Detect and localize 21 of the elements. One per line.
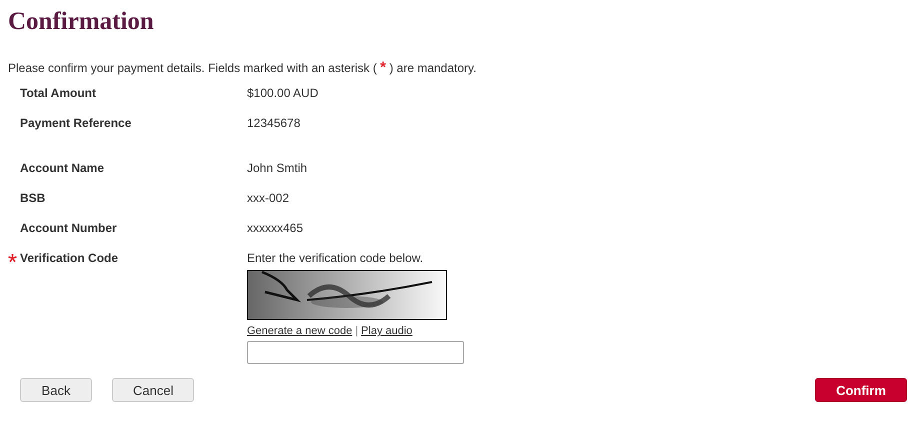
text-link[interactable]: Play audio bbox=[361, 324, 412, 338]
field-value: John Smtih bbox=[247, 161, 308, 176]
form-button[interactable]: Back bbox=[20, 378, 92, 402]
instruction-text: Enter the verification code below. bbox=[247, 251, 424, 266]
confirm-button[interactable]: Confirm bbox=[815, 378, 907, 402]
field-label: Account Number bbox=[20, 221, 117, 236]
field-value: xxxxxx465 bbox=[247, 221, 304, 236]
field-value: xxx-002 bbox=[247, 191, 290, 206]
field-value: 12345678 bbox=[247, 116, 300, 131]
field-label: Verification Code bbox=[20, 251, 118, 266]
field-label: Account Name bbox=[20, 161, 104, 176]
intro-text: Please confirm your payment details. Fields marked with an asterisk ( * ) are mandatory. bbox=[8, 60, 476, 76]
text-link[interactable]: Generate a new code bbox=[247, 324, 352, 338]
page-title: Confirmation bbox=[8, 8, 154, 36]
code-input-field[interactable] bbox=[247, 341, 464, 364]
field-label: Total Amount bbox=[20, 86, 96, 101]
field-label: Payment Reference bbox=[20, 116, 132, 131]
link-separator: | bbox=[355, 324, 358, 338]
form-button[interactable]: Cancel bbox=[112, 378, 194, 402]
field-label: BSB bbox=[20, 191, 46, 206]
field-value: $100.00 AUD bbox=[247, 86, 318, 101]
